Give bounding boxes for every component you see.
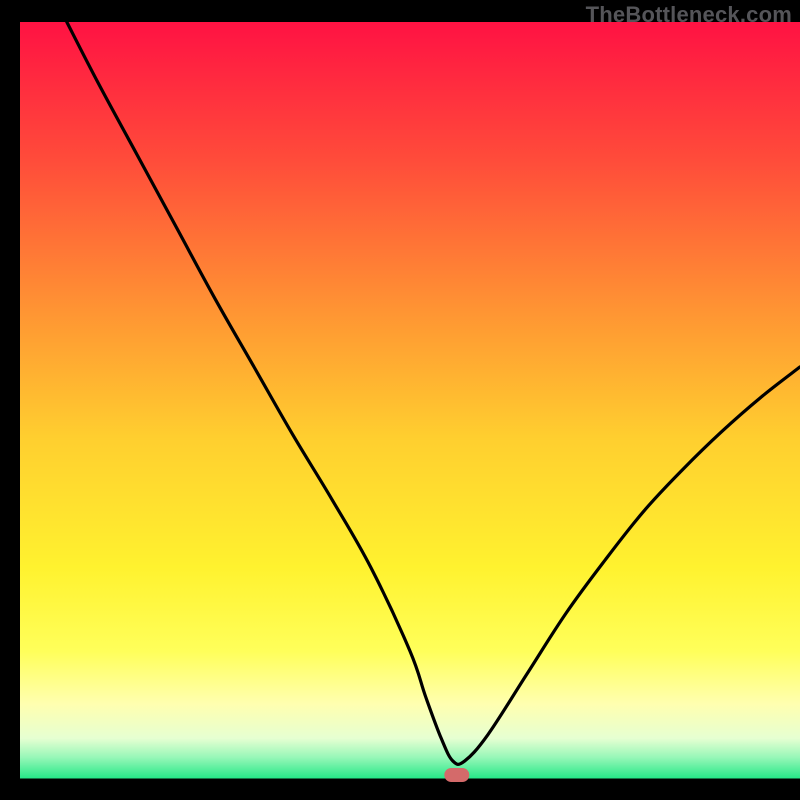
watermark-label: TheBottleneck.com <box>586 2 792 28</box>
chart-frame: TheBottleneck.com <box>0 0 800 800</box>
bottleneck-chart <box>0 0 800 800</box>
plot-background <box>20 22 800 780</box>
bottleneck-marker <box>444 768 469 782</box>
